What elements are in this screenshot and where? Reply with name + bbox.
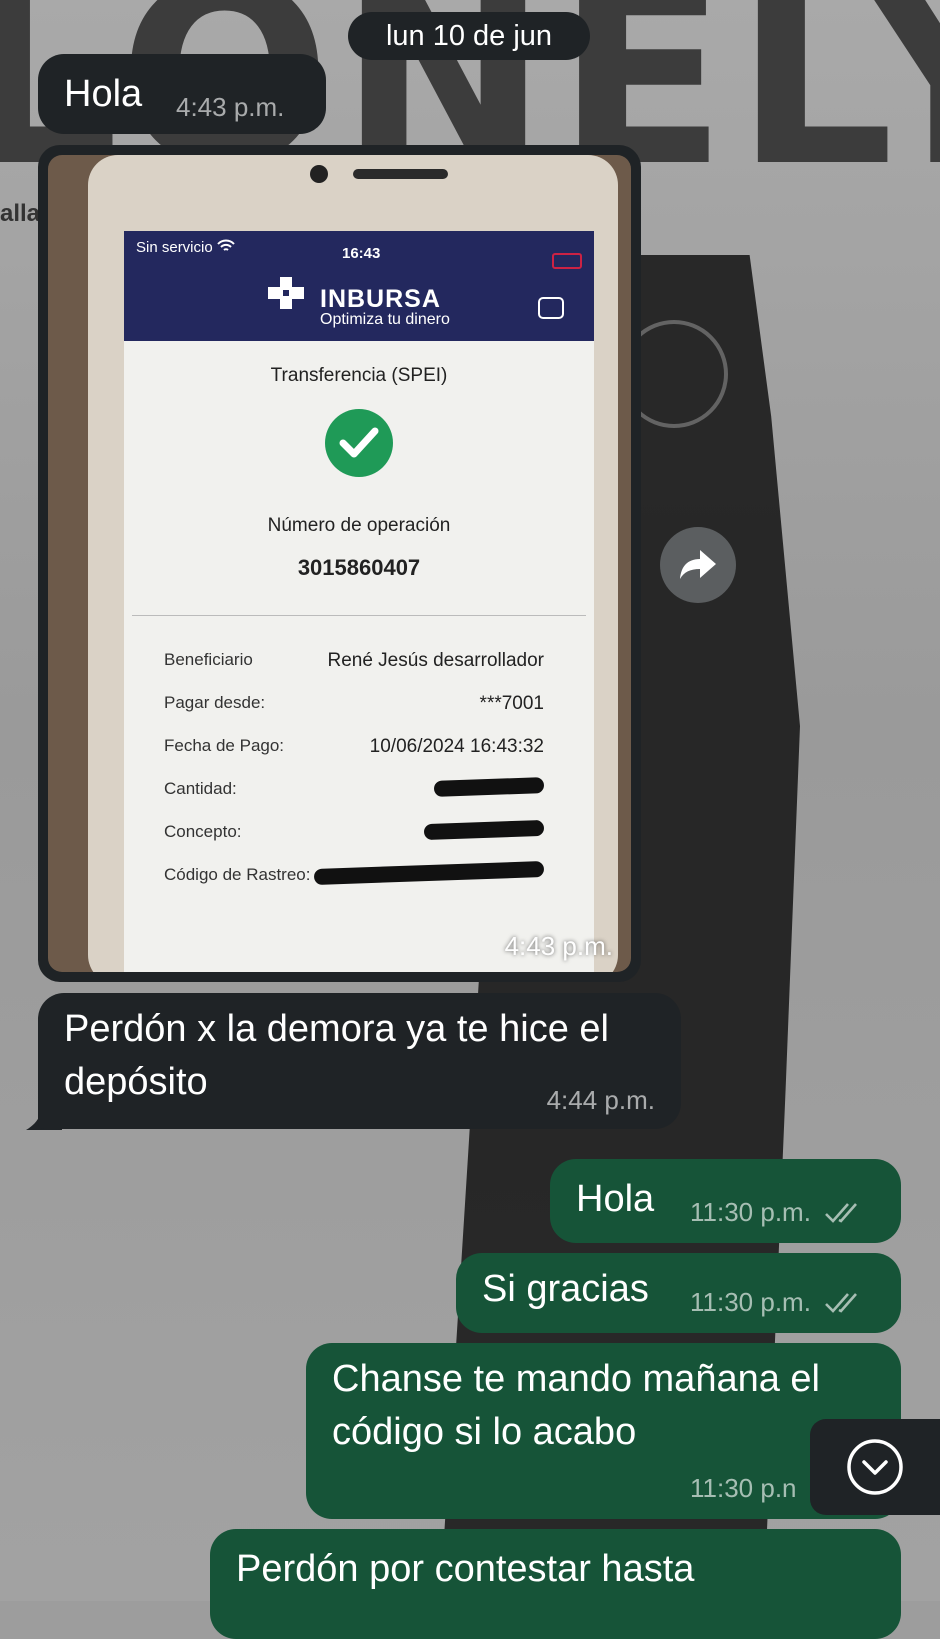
outgoing-message[interactable]: Perdón por contestar hasta	[210, 1529, 901, 1639]
row-label: Cantidad:	[164, 779, 237, 798]
receipt-row-fecha: Fecha de Pago: 10/06/2024 16:43:32	[164, 736, 544, 779]
message-text: Hola	[576, 1178, 655, 1220]
forward-arrow-icon	[680, 550, 716, 579]
scroll-to-bottom-button[interactable]	[810, 1419, 940, 1515]
row-label: Código de Rastreo:	[164, 865, 311, 884]
message-time: 11:30 p.m.	[690, 1197, 864, 1228]
receipt-photo[interactable]: Sin servicio 16:43 INBURSA Optimiza tu d…	[48, 155, 631, 972]
outgoing-message[interactable]: Hola 11:30 p.m.	[550, 1159, 901, 1243]
receipt-row-concepto: Concepto:	[164, 819, 545, 865]
receipt-row-pagar-desde: Pagar desde: ***7001	[164, 693, 544, 736]
incoming-message[interactable]: Hola 4:43 p.m.	[38, 54, 326, 134]
message-time: 11:30 p.n	[690, 1473, 797, 1503]
status-time: 16:43	[342, 245, 381, 262]
redaction-scribble	[433, 777, 545, 797]
chevron-down-circle-icon	[847, 1439, 903, 1495]
checkmark-icon	[339, 427, 379, 458]
transfer-title: Transferencia (SPEI)	[270, 365, 448, 386]
battery-icon	[552, 253, 582, 269]
row-value: 10/06/2024 16:43:32	[369, 736, 544, 757]
message-text: Si gracias	[482, 1268, 649, 1310]
message-text: Hola	[64, 73, 143, 115]
phone-speaker	[353, 169, 448, 179]
incoming-message[interactable]: Perdón x la demora ya te hice el depósit…	[38, 993, 681, 1129]
receipt-details: Beneficiario René Jesús desarrollador Pa…	[124, 616, 594, 908]
row-label: Fecha de Pago:	[164, 736, 285, 755]
message-text: Perdón por contestar hasta	[236, 1548, 695, 1590]
row-value: René Jesús desarrollador	[327, 650, 544, 671]
outgoing-message[interactable]: Si gracias 11:30 p.m.	[456, 1253, 901, 1333]
phone-camera	[310, 165, 328, 183]
redaction-scribble	[423, 819, 545, 841]
row-label: Concepto:	[164, 822, 242, 841]
row-label: Beneficiario	[164, 650, 253, 669]
image-time: 4:43 p.m.	[504, 931, 613, 961]
forward-button[interactable]	[660, 527, 736, 603]
row-value: ***7001	[479, 693, 544, 714]
receipt-row-cantidad: Cantidad:	[164, 777, 545, 822]
bank-tagline: Optimiza tu dinero	[320, 311, 450, 328]
message-time: 4:43 p.m.	[176, 92, 285, 122]
chat-bubble-icon	[538, 297, 564, 319]
date-separator: lun 10 de jun	[348, 12, 590, 60]
operation-number-label: Número de operación	[267, 515, 451, 536]
receipt-row-rastreo: Código de Rastreo:	[164, 860, 545, 908]
wallpaper-graphic-fragment: alla	[0, 200, 41, 227]
status-carrier: Sin servicio	[136, 239, 235, 256]
operation-number: 3015860407	[297, 555, 421, 580]
message-text: Chanse te mando mañana el código si lo a…	[332, 1358, 820, 1453]
incoming-image-message[interactable]: Sin servicio 16:43 INBURSA Optimiza tu d…	[38, 145, 641, 982]
success-badge	[325, 409, 393, 477]
receipt-row-beneficiario: Beneficiario René Jesús desarrollador	[164, 650, 544, 693]
double-check-icon	[825, 1293, 858, 1313]
row-label: Pagar desde:	[164, 693, 266, 712]
wifi-icon	[217, 239, 235, 251]
inbursa-logo-icon	[268, 277, 304, 309]
message-time: 4:44 p.m.	[546, 1085, 655, 1115]
double-check-icon	[825, 1203, 858, 1223]
bank-brand: INBURSA	[320, 285, 441, 313]
bank-app-screen: Sin servicio 16:43 INBURSA Optimiza tu d…	[124, 231, 594, 972]
bank-app-header: Sin servicio 16:43 INBURSA Optimiza tu d…	[124, 231, 594, 341]
redaction-scribble	[313, 860, 545, 886]
message-time: 11:30 p.m.	[690, 1287, 864, 1318]
